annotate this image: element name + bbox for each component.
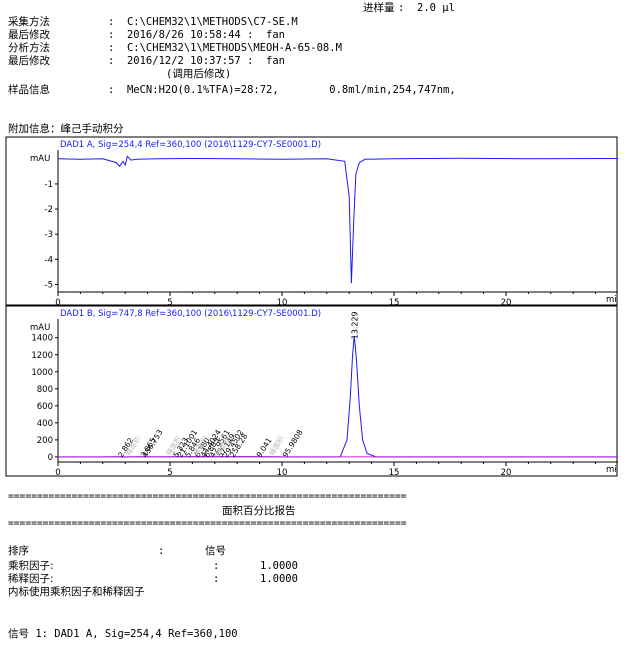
sample-info-label: 样品信息: [8, 84, 50, 96]
chart-b-x-tick-label: 20: [501, 468, 512, 477]
analysis-method-label: 分析方法: [8, 42, 50, 54]
chart-b-x-tick-label: 0: [55, 468, 60, 477]
signal-line: 信号 1: DAD1 A, Sig=254,4 Ref=360,100: [8, 628, 238, 640]
chart-a-y-tick-label: -3: [45, 230, 53, 240]
last-modified-label: 最后修改: [8, 29, 50, 41]
chart-a-y-tick-label: -5: [45, 280, 53, 290]
sort-value: 信号: [205, 545, 226, 557]
injection-volume-value: : 2.0 µl: [398, 2, 455, 14]
report-separator-bottom: ========================================…: [8, 518, 407, 529]
chart-b-series-0-line: [58, 335, 618, 458]
injection-volume-label: 进样量: [363, 2, 395, 14]
chart-b-ylabel: mAU: [30, 323, 50, 333]
chart-a-panel-frame: [5, 136, 618, 306]
chart-a-y-tick-label: -1: [45, 180, 53, 190]
chart-b-x-tick-label: 10: [277, 468, 288, 477]
chart-b-y-tick-label: 800: [37, 385, 53, 395]
chart-a-y-tick-label: -2: [45, 205, 53, 215]
internal-std-note: 内标使用乘积因子和稀释因子: [8, 586, 145, 598]
report-separator-top: ========================================…: [8, 491, 407, 502]
multiplier-colon: :: [213, 560, 220, 572]
modified-note: (调用后修改): [166, 68, 232, 80]
chart-a-title: DAD1 A, Sig=254,4 Ref=360,100 (2016\1129…: [60, 140, 321, 150]
chart-b-x-tick-label: 5: [167, 468, 172, 477]
multiplier-value: 1.0000: [260, 560, 298, 572]
chart-b-y-tick-label: 600: [37, 402, 53, 412]
dilution-value: 1.0000: [260, 573, 298, 585]
last-modified-label-2: 最后修改: [8, 55, 50, 67]
chart-b-x-tick-label: 15: [389, 468, 400, 477]
chart-a-y-tick-label: -4: [45, 255, 53, 265]
acq-method-value: : C:\CHEM32\1\METHODS\C7-SE.M: [108, 16, 298, 28]
chart-b-peak-label: 456.753: [141, 428, 165, 459]
chart-b-panel-frame: [5, 305, 618, 477]
chart-b-y-tick-label: 1000: [31, 368, 53, 378]
sample-info-value: : MeCN:H2O(0.1%TFA)=28:72, 0.8ml/min,254…: [108, 84, 456, 96]
last-modified-value-2: : 2016/12/2 10:37:57 : fan: [108, 55, 286, 67]
chromatogram-dad1-a: DAD1 A, Sig=254,4 Ref=360,100 (2016\1129…: [5, 136, 619, 306]
chart-b-peak-label: 95.9808: [281, 428, 305, 459]
chart-a-ylabel: mAU: [30, 154, 50, 164]
chart-b-y-tick-label: 200: [37, 436, 53, 446]
chart-a-series-0-line: [57, 155, 619, 284]
sort-colon: :: [158, 545, 165, 557]
chart-b-y-tick-label: 1200: [31, 351, 53, 361]
chromatogram-dad1-b: DAD1 B, Sig=747,8 Ref=360,100 (2016\1129…: [5, 305, 618, 477]
acq-method-label: 采集方法: [8, 16, 50, 28]
additional-info: 附加信息：峰己手动积分: [8, 123, 124, 135]
chart-b-title: DAD1 B, Sig=747,8 Ref=360,100 (2016\1129…: [60, 309, 321, 319]
last-modified-value: : 2016/8/26 10:58:44 : fan: [108, 29, 286, 41]
chart-a-xlabel: mi: [606, 295, 617, 305]
chart-b-xlabel: mi: [606, 465, 617, 475]
chart-b-y-tick-label: 400: [37, 419, 53, 429]
report-title: 面积百分比报告: [222, 505, 296, 517]
analysis-method-value: : C:\CHEM32\1\METHODS\MEOH-A-65-08.M: [108, 42, 342, 54]
multiplier-label: 乘积因子:: [8, 560, 54, 572]
chart-b-main-peak-label: 13.229: [350, 311, 359, 339]
chart-b-y-tick-label: 1400: [31, 334, 53, 344]
dilution-label: 稀释因子:: [8, 573, 54, 585]
dilution-colon: :: [213, 573, 220, 585]
chart-b-y-tick-label: 0: [48, 453, 53, 463]
sort-label: 排序: [8, 545, 29, 557]
